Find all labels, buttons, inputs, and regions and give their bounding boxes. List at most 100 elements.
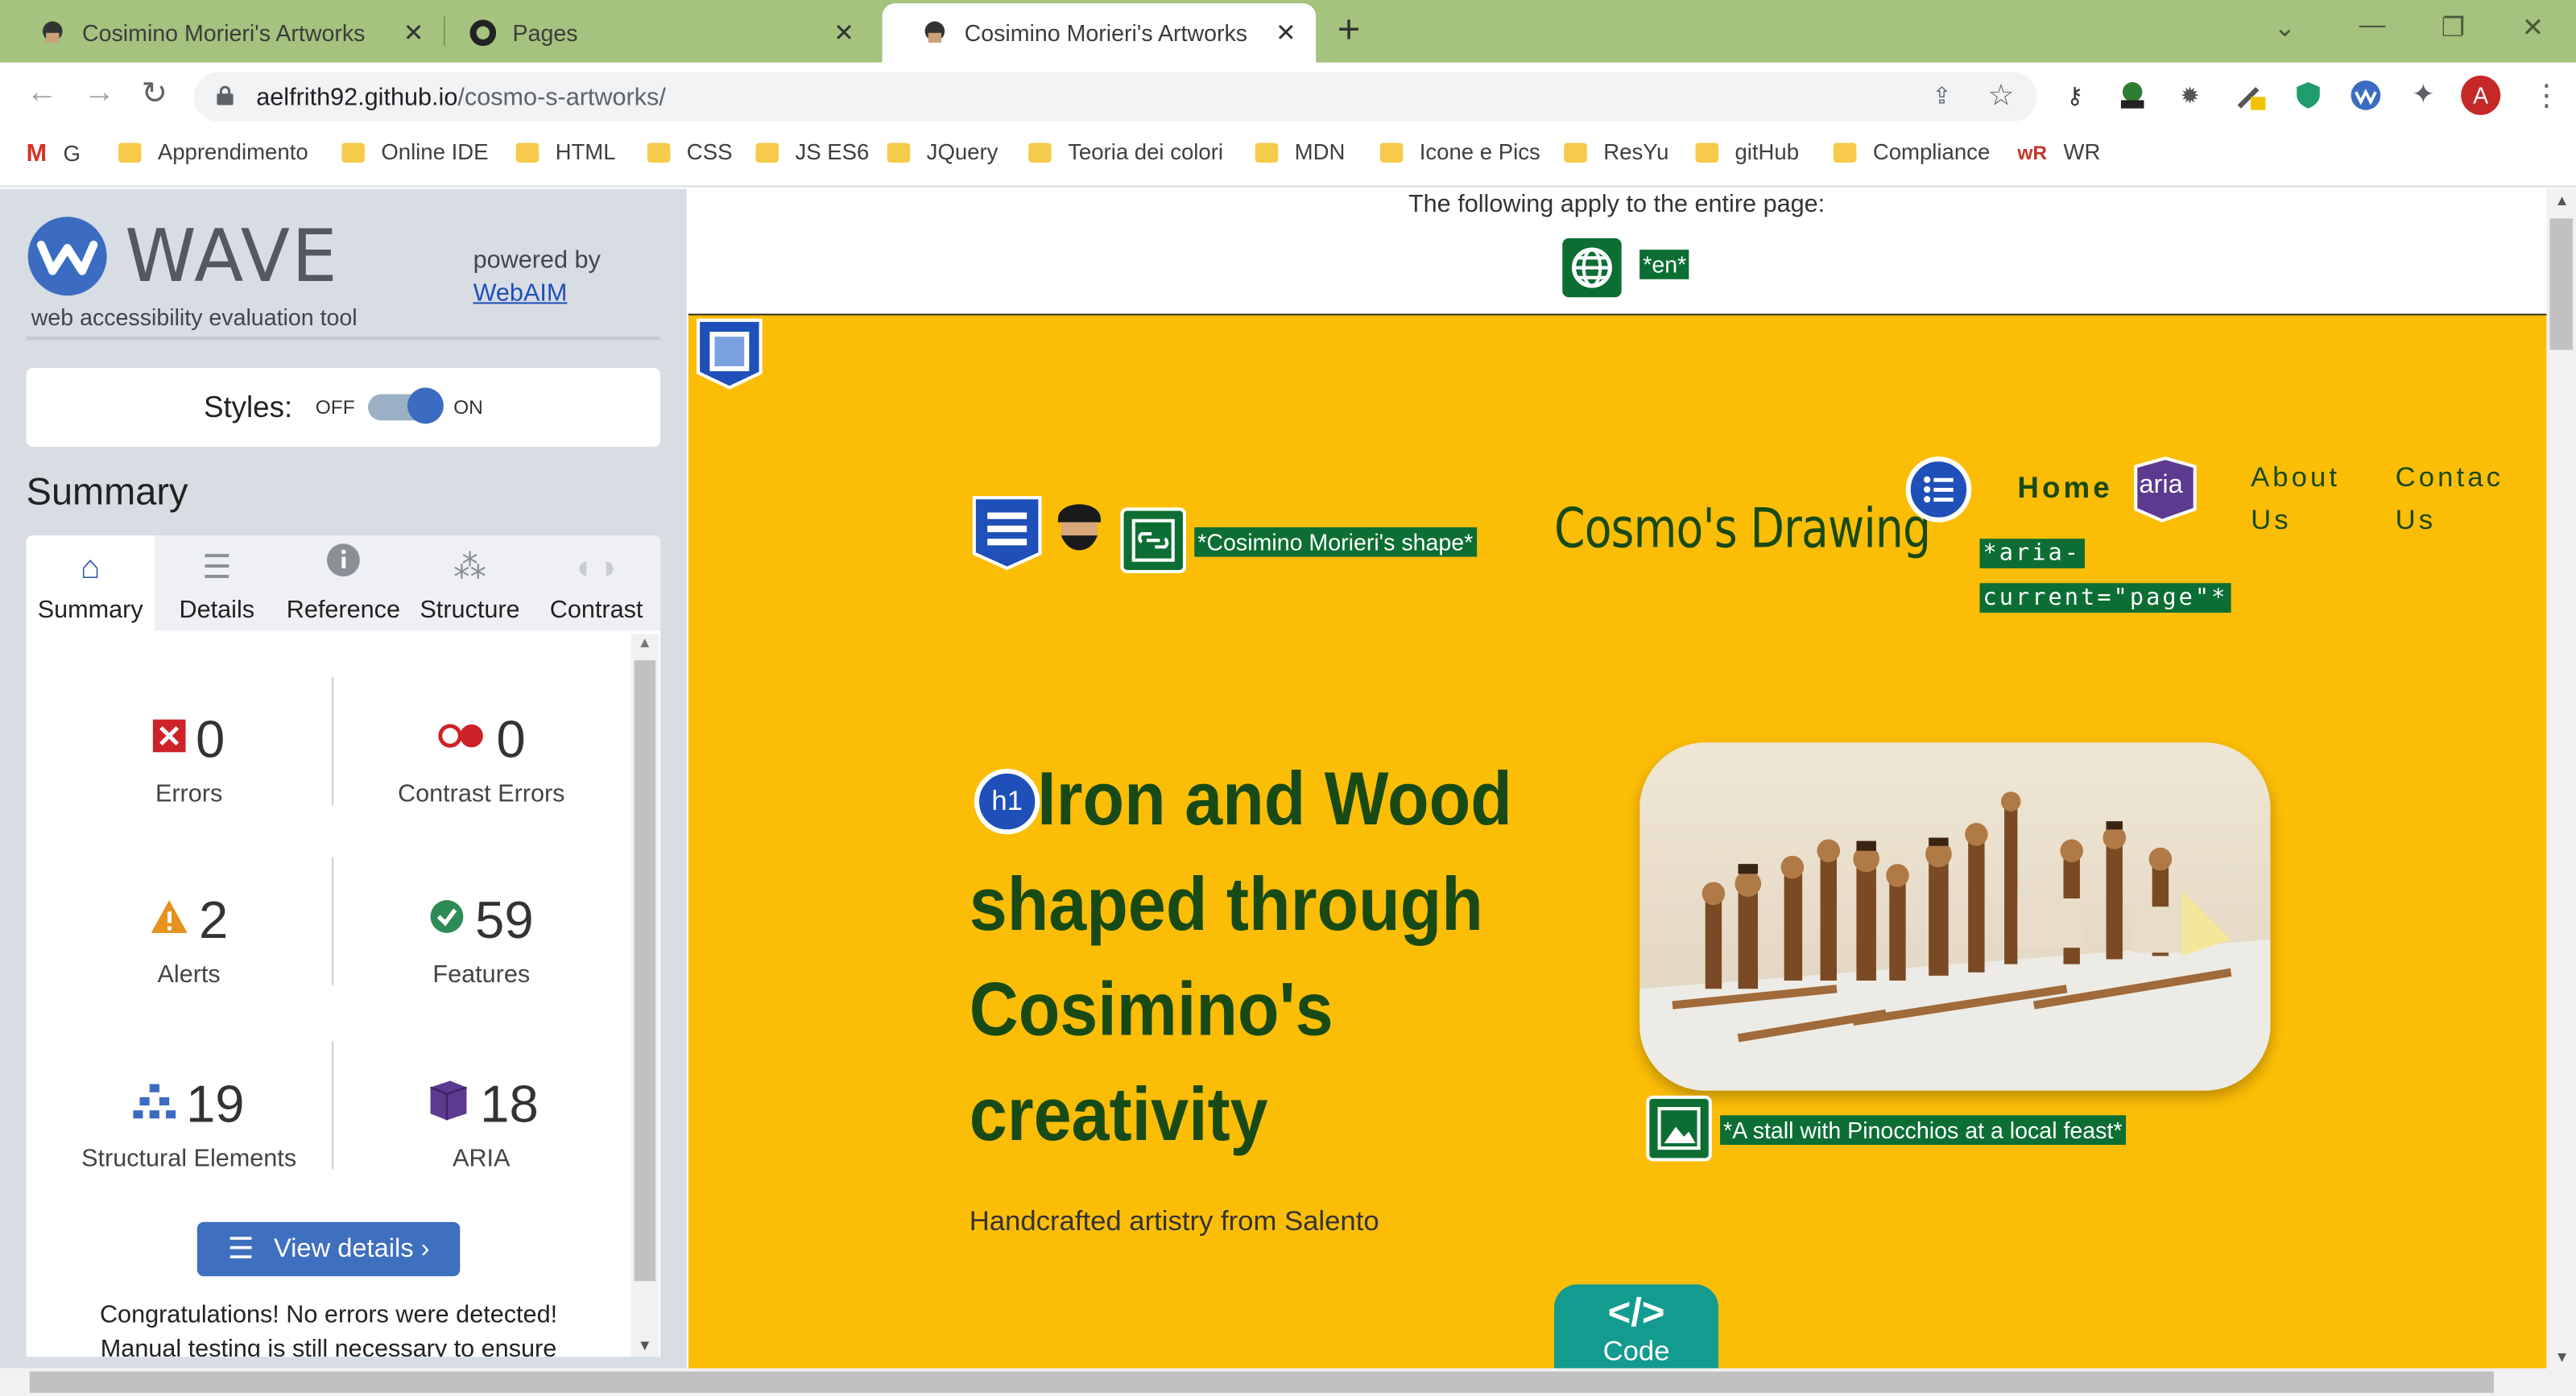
pinocchio-stall-photo: [1639, 742, 2271, 1091]
feature-check-icon: [429, 898, 465, 943]
styles-toggle-box: Styles: OFF ON: [26, 368, 661, 447]
folder-icon: [1564, 142, 1587, 162]
reload-icon[interactable]: ↻: [141, 76, 167, 114]
wave-logo-icon: [27, 217, 107, 296]
stat-contrast-errors[interactable]: 0 Contrast Errors: [341, 709, 621, 807]
image-alt-icon[interactable]: [1646, 1095, 1712, 1162]
bookmark-folder[interactable]: JS ES6: [755, 139, 869, 164]
nav-link-contact[interactable]: Contac Us: [2396, 456, 2504, 542]
browser-tab-3[interactable]: Cosimino Morieri's Artworks ✕: [882, 3, 1317, 63]
url-bar[interactable]: aelfrith92.github.io/cosmo-s-artworks/: [193, 72, 2037, 122]
aria-icon[interactable]: aria: [2129, 456, 2198, 522]
tab-details[interactable]: ☰ Details: [155, 535, 279, 630]
wave-extension-icon[interactable]: [2349, 79, 2382, 112]
lock-icon[interactable]: [217, 85, 234, 105]
scroll-thumb[interactable]: [29, 1371, 2495, 1394]
webaim-link[interactable]: WebAIM: [473, 279, 568, 308]
hero-subtitle: Handcrafted artistry from Salento: [969, 1205, 1379, 1237]
share-icon[interactable]: ⇪: [1925, 79, 1958, 112]
key-extension-icon[interactable]: ⚷: [2058, 79, 2091, 112]
nav-link-about[interactable]: About Us: [2251, 456, 2340, 542]
nav-link-home[interactable]: Home: [2017, 472, 2112, 506]
view-details-button[interactable]: ☰ View details ›: [196, 1221, 461, 1277]
stat-aria[interactable]: 18 ARIA: [341, 1074, 621, 1173]
restore-icon[interactable]: ❐: [2442, 11, 2465, 44]
powered-by: powered by WebAIM: [473, 246, 601, 308]
tab-search-icon[interactable]: ⌄: [2274, 11, 2296, 44]
scroll-thumb[interactable]: [2549, 218, 2573, 350]
bookmark-gmail[interactable]: MG: [27, 139, 81, 167]
bookmark-folder[interactable]: HTML: [515, 139, 616, 164]
stat-errors[interactable]: 0 Errors: [49, 709, 329, 808]
bookmark-folder[interactable]: Online IDE: [341, 139, 489, 164]
extensions-puzzle-icon[interactable]: ✦: [2407, 79, 2440, 112]
site-logo-image[interactable]: [1052, 496, 1107, 559]
scroll-down-icon[interactable]: ▼: [638, 1337, 652, 1353]
folder-icon: [887, 142, 911, 162]
browser-tab-2[interactable]: Pages ✕: [431, 3, 875, 62]
scroll-up-icon[interactable]: ▲: [638, 634, 652, 651]
shield-extension-icon[interactable]: [2292, 79, 2325, 112]
back-icon[interactable]: ←: [27, 76, 58, 112]
tab-structure[interactable]: ⁂ Structure: [407, 535, 532, 630]
tab-contrast[interactable]: ◐◑ Contrast: [532, 535, 660, 630]
scroll-thumb[interactable]: [634, 660, 656, 1282]
bookmark-folder[interactable]: CSS: [647, 139, 732, 164]
summary-heading: Summary: [26, 469, 188, 513]
navigation-landmark-icon[interactable]: [1905, 456, 1972, 522]
minimize-icon[interactable]: —: [2359, 11, 2386, 41]
language-label: *en*: [1639, 250, 1690, 279]
styles-toggle[interactable]: [368, 387, 444, 424]
bookmark-star-icon[interactable]: ☆: [1985, 78, 2018, 112]
horizontal-scrollbar[interactable]: [0, 1368, 2576, 1396]
close-window-icon[interactable]: ✕: [2522, 11, 2544, 44]
scroll-up-icon[interactable]: ▲: [2555, 192, 2570, 209]
bookmark-folder[interactable]: Icone e Pics: [1379, 139, 1540, 164]
bookmark-folder[interactable]: ResYu: [1564, 139, 1668, 164]
menu-kebab-icon[interactable]: ⋮: [2530, 78, 2563, 112]
profile-avatar[interactable]: A: [2461, 75, 2501, 115]
bug-extension-icon[interactable]: ✹: [2173, 79, 2206, 112]
bookmark-folder[interactable]: MDN: [1255, 139, 1345, 164]
region-landmark-icon[interactable]: [695, 317, 764, 390]
language-globe-icon[interactable]: [1562, 237, 1622, 298]
panel-scrollbar[interactable]: ▲ ▼: [631, 634, 660, 1357]
browser-tab-1[interactable]: Cosimino Morieri's Artworks ✕: [0, 3, 444, 62]
folder-icon: [118, 142, 142, 162]
wave-subtitle: web accessibility evaluation tool: [31, 304, 358, 331]
linked-image-icon[interactable]: [1120, 507, 1187, 574]
stat-alerts[interactable]: 2 Alerts: [49, 890, 329, 989]
congrats-message: Congratulations! No errors were detected…: [99, 1300, 558, 1357]
html-validator-icon[interactable]: [2116, 79, 2149, 112]
info-icon: [325, 542, 362, 586]
bookmark-folder[interactable]: JQuery: [887, 139, 998, 164]
bookmark-folder[interactable]: Apprendimento: [118, 139, 308, 164]
forward-icon[interactable]: →: [84, 76, 115, 112]
code-button[interactable]: </> Code: [1554, 1284, 1719, 1369]
artworks-favicon-icon: [922, 19, 949, 46]
close-tab-icon[interactable]: ✕: [1276, 18, 1296, 47]
tab-reference[interactable]: Reference: [279, 535, 407, 630]
aria-cube-icon: [424, 1077, 470, 1131]
logo-alt-label: *Cosimino Morieri's shape*: [1194, 527, 1477, 557]
wave-panel: ⌂ Summary ☰ Details Reference ⁂ Structur…: [26, 535, 661, 1357]
new-tab-icon[interactable]: +: [1338, 8, 1361, 54]
scroll-down-icon[interactable]: ▼: [2555, 1349, 2570, 1365]
bookmark-wr[interactable]: wR WR: [2017, 139, 2100, 164]
close-tab-icon[interactable]: ✕: [403, 18, 424, 47]
eyedropper-extension-icon[interactable]: [2235, 79, 2268, 112]
bookmark-folder[interactable]: gitHub: [1695, 139, 1799, 164]
brand-title[interactable]: Cosmo's Drawing: [1554, 496, 1931, 560]
stat-features[interactable]: 59 Features: [341, 890, 621, 989]
styles-off-label: OFF: [315, 395, 355, 419]
divider: [332, 676, 334, 805]
bookmark-folder[interactable]: Compliance: [1833, 139, 1990, 164]
list-icon: ☰: [202, 550, 232, 587]
tab-summary[interactable]: ⌂ Summary: [26, 535, 155, 631]
close-tab-icon[interactable]: ✕: [833, 18, 854, 47]
bookmark-folder[interactable]: Teoria dei colori: [1028, 139, 1223, 164]
stat-structural[interactable]: 19 Structural Elements: [49, 1074, 329, 1172]
folder-icon: [1028, 142, 1052, 162]
header-landmark-icon[interactable]: [971, 494, 1044, 570]
page-scrollbar[interactable]: ▲ ▼: [2546, 188, 2576, 1369]
